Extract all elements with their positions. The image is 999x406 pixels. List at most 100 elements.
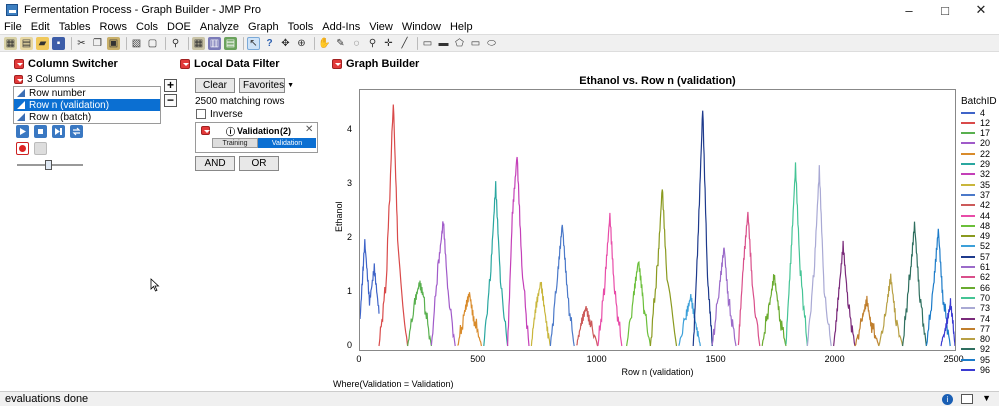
- menu-file[interactable]: File: [4, 21, 22, 33]
- open-folder-icon[interactable]: ▰: [36, 36, 49, 50]
- legend-item[interactable]: 96: [961, 365, 990, 376]
- close-icon[interactable]: ✕: [963, 0, 999, 20]
- series-line-batch-22[interactable]: [457, 292, 482, 347]
- red-triangle-icon[interactable]: [14, 75, 23, 84]
- speed-slider-handle[interactable]: [45, 160, 52, 170]
- remove-filter-icon[interactable]: ✕: [305, 124, 313, 135]
- menu-analyze[interactable]: Analyze: [200, 21, 239, 33]
- series-line-batch-20[interactable]: [430, 221, 456, 347]
- and-button[interactable]: AND: [195, 156, 235, 171]
- column-item[interactable]: Row n (batch): [14, 111, 160, 123]
- series-line-batch-92[interactable]: [902, 221, 927, 347]
- training-level-button[interactable]: Training: [212, 138, 258, 148]
- series-line-batch-48[interactable]: [626, 260, 651, 347]
- crosshairs-icon[interactable]: ✛: [382, 37, 395, 50]
- red-triangle-icon[interactable]: [14, 59, 24, 69]
- paste-icon[interactable]: ▣: [107, 36, 120, 50]
- window-list-icon[interactable]: [961, 394, 973, 404]
- menu-doe[interactable]: DOE: [167, 21, 191, 33]
- lasso-tool-icon[interactable]: ◌: [350, 37, 363, 50]
- series-line-batch-17[interactable]: [407, 280, 432, 347]
- oval-icon[interactable]: ⬭: [485, 37, 498, 50]
- journal-icon[interactable]: ▧: [130, 37, 143, 50]
- help-tool-icon[interactable]: ?: [263, 37, 276, 50]
- home-window-icon[interactable]: ▥: [208, 36, 221, 50]
- validation-level-button[interactable]: Validation: [258, 138, 316, 148]
- or-button[interactable]: OR: [239, 156, 279, 171]
- menu-graph[interactable]: Graph: [248, 21, 279, 33]
- series-line-batch-77[interactable]: [854, 295, 880, 347]
- line-tool-icon[interactable]: ╱: [398, 37, 411, 50]
- magnifier-icon[interactable]: ⚲: [366, 37, 379, 50]
- search-icon[interactable]: ⚲: [169, 37, 182, 50]
- graph-builder-header[interactable]: Graph Builder: [332, 57, 419, 71]
- series-line-batch-4[interactable]: [359, 239, 380, 320]
- stop-button[interactable]: [34, 125, 47, 138]
- chevron-down-icon[interactable]: ▼: [982, 393, 991, 403]
- record-button[interactable]: [16, 142, 29, 155]
- maximize-icon[interactable]: □: [927, 0, 963, 20]
- menu-window[interactable]: Window: [402, 21, 441, 33]
- selection-tool-icon[interactable]: ✥: [279, 37, 292, 50]
- clear-button[interactable]: Clear: [195, 78, 235, 93]
- series-line-batch-44[interactable]: [597, 212, 623, 347]
- red-triangle-icon[interactable]: [201, 126, 210, 135]
- crosshair-tool-icon[interactable]: ⊕: [295, 37, 308, 50]
- menu-tables[interactable]: Tables: [59, 21, 91, 33]
- series-line-batch-74[interactable]: [833, 240, 856, 347]
- series-line-batch-57[interactable]: [692, 110, 713, 347]
- series-line-batch-73[interactable]: [806, 165, 832, 347]
- chart-plot[interactable]: [359, 90, 956, 350]
- brush-tool-icon[interactable]: ✎: [334, 37, 347, 50]
- series-line-batch-96[interactable]: [940, 298, 956, 347]
- favorites-dropdown[interactable]: Favorites ▼: [239, 78, 294, 93]
- new-script-icon[interactable]: ▤: [20, 36, 33, 50]
- remove-column-button[interactable]: −: [164, 94, 177, 107]
- column-switcher-header[interactable]: Column Switcher: [14, 57, 118, 71]
- data-table-icon[interactable]: ▦: [192, 36, 205, 50]
- add-column-button[interactable]: +: [164, 79, 177, 92]
- menu-tools[interactable]: Tools: [288, 21, 314, 33]
- menu-addins[interactable]: Add-Ins: [322, 21, 360, 33]
- menu-cols[interactable]: Cols: [136, 21, 158, 33]
- series-line-batch-61[interactable]: [711, 247, 737, 347]
- play-button[interactable]: [16, 125, 29, 138]
- step-button[interactable]: [52, 125, 65, 138]
- red-triangle-icon[interactable]: [180, 59, 190, 69]
- save-icon[interactable]: ▪: [52, 36, 65, 50]
- series-line-batch-95[interactable]: [925, 228, 951, 347]
- series-line-batch-29[interactable]: [483, 181, 509, 347]
- series-line-batch-52[interactable]: [678, 293, 701, 347]
- series-line-batch-35[interactable]: [530, 281, 551, 347]
- grabber-hand-icon[interactable]: ✋: [318, 37, 331, 50]
- local-data-filter-header[interactable]: Local Data Filter: [180, 57, 280, 71]
- sync-table-icon[interactable]: ▤: [224, 36, 237, 50]
- series-line-batch-66[interactable]: [761, 274, 787, 347]
- menu-rows[interactable]: Rows: [100, 21, 128, 33]
- minimize-icon[interactable]: –: [891, 0, 927, 20]
- series-line-batch-12[interactable]: [378, 104, 409, 347]
- lock-icon[interactable]: ▢: [146, 37, 159, 50]
- red-triangle-icon[interactable]: [332, 59, 342, 69]
- annotate-icon[interactable]: ▭: [421, 37, 434, 50]
- series-line-batch-42[interactable]: [576, 305, 599, 347]
- arrow-tool-icon[interactable]: ↖: [247, 36, 260, 50]
- rectangle-icon[interactable]: ▬: [437, 37, 450, 50]
- column-item[interactable]: Row number: [14, 87, 160, 99]
- menu-view[interactable]: View: [369, 21, 393, 33]
- series-line-batch-70[interactable]: [785, 162, 808, 347]
- copy-icon[interactable]: ❐: [91, 37, 104, 50]
- info-icon[interactable]: i: [942, 394, 953, 405]
- menu-edit[interactable]: Edit: [31, 21, 50, 33]
- new-table-icon[interactable]: ▦: [4, 36, 17, 50]
- series-line-batch-80[interactable]: [878, 273, 904, 347]
- series-line-batch-49[interactable]: [649, 189, 678, 347]
- series-line-batch-37[interactable]: [549, 224, 575, 347]
- simple-shape-icon[interactable]: ▭: [469, 37, 482, 50]
- loop-button[interactable]: [70, 125, 83, 138]
- series-line-batch-62[interactable]: [737, 211, 761, 347]
- cut-icon[interactable]: ✂: [75, 37, 88, 50]
- column-item[interactable]: Row n (validation): [14, 99, 160, 111]
- polygon-icon[interactable]: ⬠: [453, 37, 466, 50]
- series-line-batch-32[interactable]: [507, 156, 530, 347]
